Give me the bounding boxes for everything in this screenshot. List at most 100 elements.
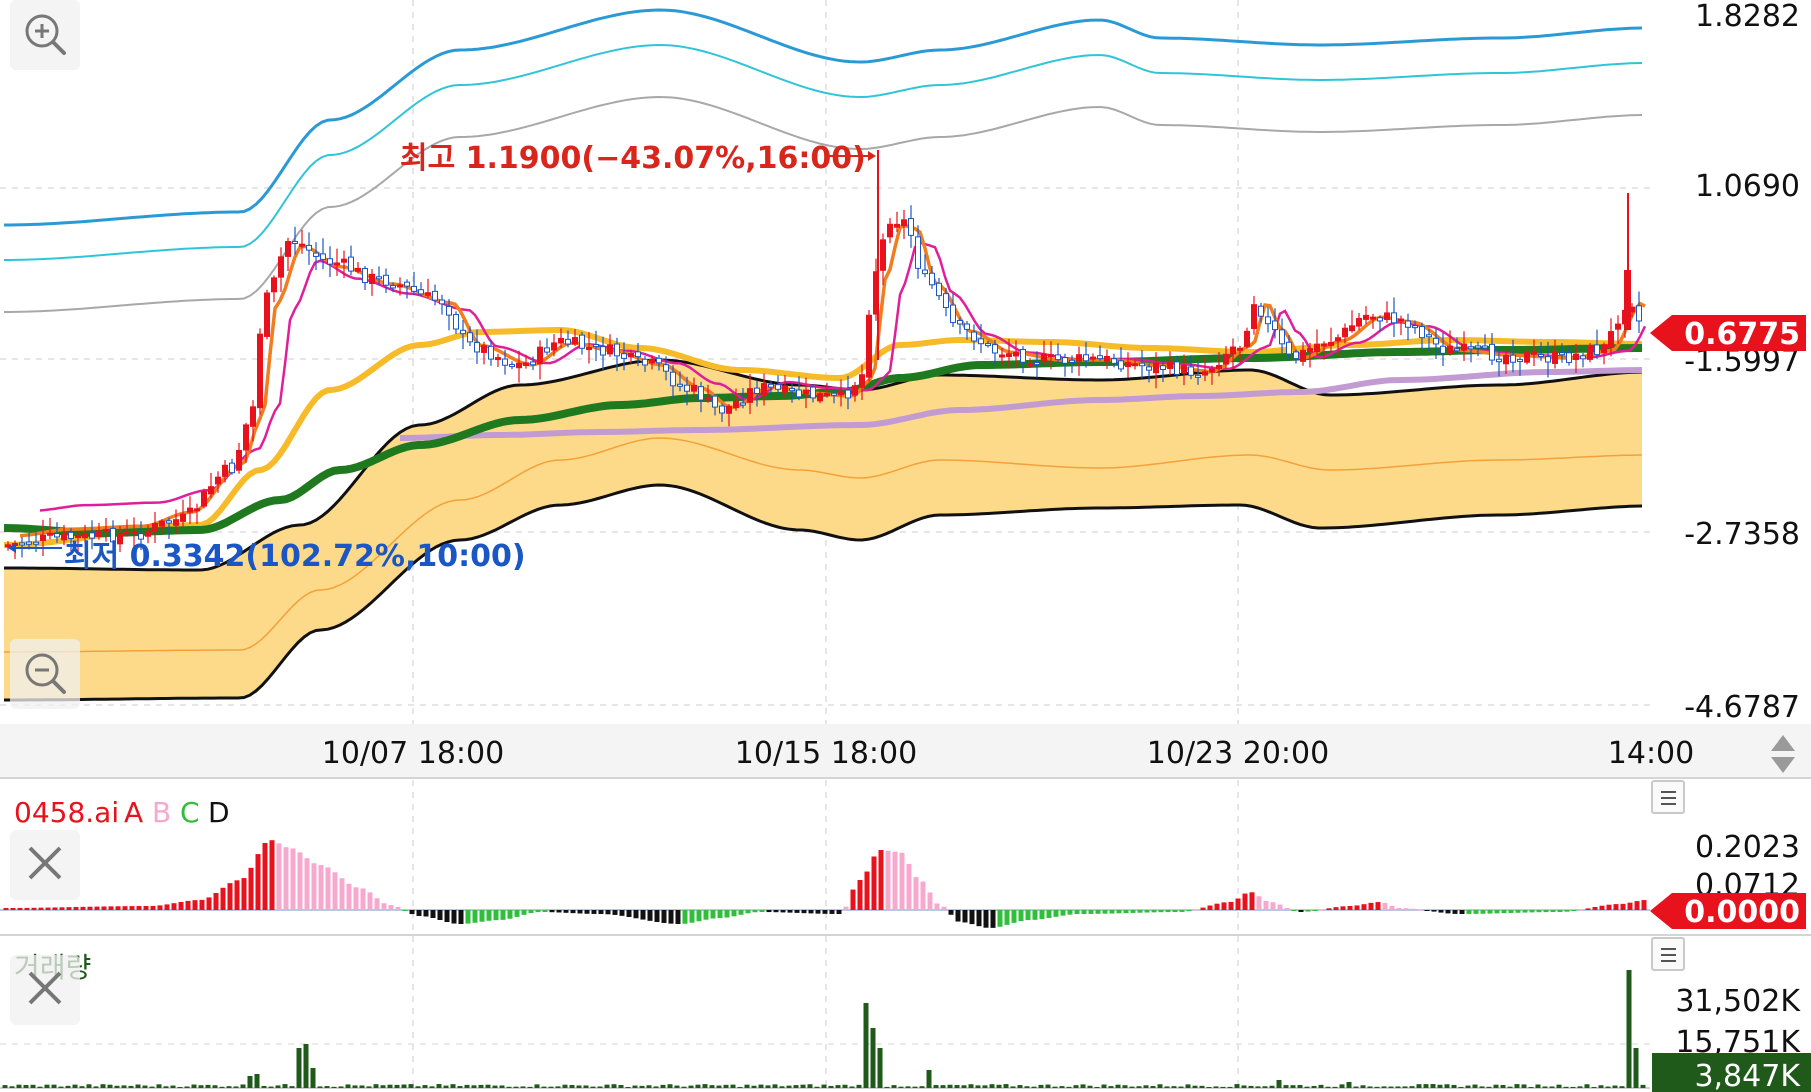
volume-bar bbox=[1073, 1085, 1079, 1088]
zoom-out-button[interactable] bbox=[10, 639, 80, 709]
indicator-bar bbox=[486, 910, 492, 921]
indicator-bar bbox=[465, 910, 471, 924]
volume-bar bbox=[1395, 1086, 1401, 1088]
price-tick-2: 1.0690 bbox=[1695, 169, 1800, 204]
indicator-menu-button[interactable] bbox=[1651, 780, 1685, 814]
volume-bar bbox=[1451, 1084, 1457, 1088]
volume-bar bbox=[1591, 1086, 1597, 1088]
indicator-bar bbox=[710, 910, 716, 919]
zoom-in-button[interactable] bbox=[10, 0, 80, 70]
indicator-bar bbox=[3, 907, 9, 910]
candle-body bbox=[1034, 362, 1040, 366]
candle-body bbox=[411, 285, 417, 292]
candle-body bbox=[1580, 355, 1586, 360]
volume-bar bbox=[926, 1070, 932, 1088]
candle-body bbox=[677, 383, 683, 387]
candle-body bbox=[1391, 312, 1397, 324]
indicator-bar bbox=[416, 910, 422, 916]
candle-body bbox=[1545, 356, 1551, 363]
candle-body bbox=[1251, 304, 1257, 330]
candle-body bbox=[1370, 316, 1376, 320]
volume-bar bbox=[1178, 1086, 1184, 1088]
indicator-bar bbox=[444, 910, 450, 923]
indicator-bar bbox=[1487, 910, 1493, 914]
candle-body bbox=[1055, 354, 1061, 361]
volume-bar bbox=[1640, 1084, 1646, 1088]
candle-body bbox=[1559, 352, 1565, 356]
indicator-bar bbox=[1459, 910, 1465, 914]
volume-bar bbox=[1437, 1084, 1443, 1088]
indicator-bar bbox=[115, 906, 121, 910]
candle-body bbox=[950, 304, 956, 324]
indicator-bar bbox=[1431, 910, 1437, 912]
close-indicator-button[interactable] bbox=[10, 830, 80, 900]
volume-bar bbox=[905, 1086, 911, 1088]
candle-body bbox=[390, 285, 396, 289]
volume-bar bbox=[1143, 1085, 1149, 1088]
indicator-bar bbox=[955, 910, 961, 922]
volume-bar bbox=[1101, 1084, 1107, 1088]
candle-body bbox=[1160, 365, 1166, 370]
volume-bar bbox=[1584, 1084, 1590, 1088]
candle-body bbox=[292, 240, 298, 244]
indicator-bar bbox=[17, 907, 23, 910]
candle-body bbox=[1146, 366, 1152, 371]
candle-body bbox=[1510, 354, 1516, 363]
volume-bar bbox=[1185, 1084, 1191, 1088]
volume-bar bbox=[506, 1086, 512, 1088]
candle-body bbox=[1048, 354, 1054, 358]
axis-scroll-button[interactable] bbox=[1768, 733, 1798, 775]
indicator-bar bbox=[143, 906, 149, 910]
volume-bar bbox=[1416, 1084, 1422, 1088]
indicator-bar bbox=[941, 906, 947, 910]
volume-bar bbox=[1087, 1085, 1093, 1088]
up-down-arrows-icon bbox=[1771, 735, 1795, 773]
volume-bar bbox=[765, 1085, 771, 1088]
candle-body bbox=[1090, 356, 1096, 360]
candle-body bbox=[614, 343, 620, 357]
volume-bar bbox=[562, 1084, 568, 1088]
candle-body bbox=[642, 358, 648, 366]
indicator-bar bbox=[864, 871, 870, 910]
indicator-bar bbox=[1046, 910, 1052, 919]
volume-bar bbox=[1066, 1086, 1072, 1088]
volume-bar bbox=[352, 1085, 358, 1088]
candle-body bbox=[1013, 351, 1019, 357]
volume-bar bbox=[275, 1085, 281, 1088]
candle-body bbox=[1496, 358, 1502, 363]
volume-bar bbox=[72, 1084, 78, 1088]
indicator-bar bbox=[1067, 910, 1073, 915]
indicator-bar bbox=[59, 907, 65, 910]
chart-canvas[interactable]: 1.8282 1.0690 -1.5997 -2.7358 -4.6787 0.… bbox=[0, 0, 1811, 1092]
candle-body bbox=[1286, 341, 1292, 355]
candle-body bbox=[222, 464, 228, 477]
price-tick-4: -2.7358 bbox=[1684, 517, 1800, 552]
volume-bar bbox=[870, 1028, 876, 1088]
indicator-bar bbox=[801, 910, 807, 914]
indicator-bar bbox=[899, 852, 905, 910]
volume-bar bbox=[611, 1084, 617, 1088]
candle-body bbox=[866, 314, 872, 378]
candle-body bbox=[1237, 347, 1243, 351]
indicator-bar bbox=[857, 880, 863, 910]
volume-bar bbox=[814, 1086, 820, 1088]
indicator-bar bbox=[178, 901, 184, 910]
indicator-bar bbox=[850, 889, 856, 910]
volume-bar bbox=[821, 1084, 827, 1088]
volume-bar bbox=[723, 1084, 729, 1088]
indicator-bar bbox=[108, 906, 114, 910]
indicator-bar bbox=[1424, 910, 1430, 911]
candle-body bbox=[1573, 353, 1579, 360]
indicator-bar bbox=[332, 872, 338, 910]
close-volume-button[interactable] bbox=[10, 955, 80, 1025]
indicator-bar bbox=[38, 907, 44, 910]
annotation-high: 최고 1.1900(−43.07%,16:00) bbox=[400, 141, 876, 176]
indicator-bar bbox=[661, 910, 667, 923]
indicator-bar bbox=[1606, 904, 1612, 910]
candle-body bbox=[208, 486, 214, 495]
volume-menu-button[interactable] bbox=[1651, 937, 1685, 971]
volume-bar bbox=[1045, 1084, 1051, 1088]
indicator-bar bbox=[1347, 906, 1353, 910]
volume-bar bbox=[716, 1085, 722, 1088]
indicator-bar bbox=[1361, 904, 1367, 910]
